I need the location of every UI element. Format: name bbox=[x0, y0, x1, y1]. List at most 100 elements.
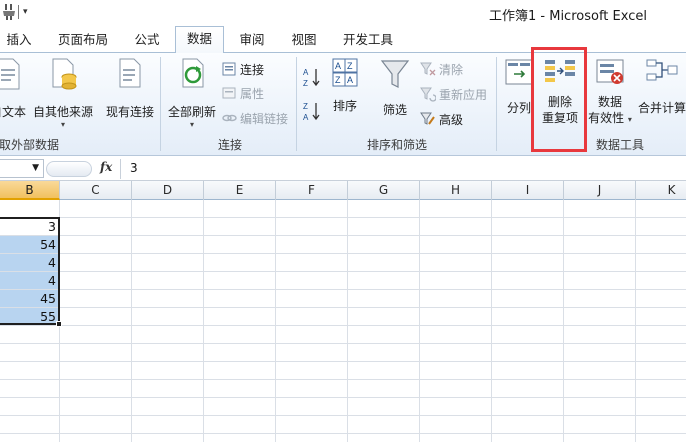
quick-access-dropdown[interactable]: ▾ bbox=[23, 7, 28, 17]
column-header-d[interactable]: D bbox=[132, 181, 204, 200]
group-separator bbox=[160, 57, 161, 151]
tab-view[interactable]: 视图 bbox=[286, 30, 322, 52]
existing-connections-label: 现有连接 bbox=[105, 105, 154, 119]
properties-button[interactable]: 属性 bbox=[221, 83, 264, 103]
filter-button[interactable]: 筛选 bbox=[374, 57, 416, 118]
tab-formulas[interactable]: 公式 bbox=[128, 30, 166, 52]
svg-text:Z: Z bbox=[303, 102, 308, 111]
sort-ascending-button[interactable]: A Z bbox=[302, 65, 322, 89]
sort-z-to-a-icon: Z A bbox=[303, 102, 320, 122]
grid-row-line bbox=[0, 361, 686, 362]
grid-row-line bbox=[0, 253, 686, 254]
column-header-e[interactable]: E bbox=[204, 181, 276, 200]
grid-column-line bbox=[419, 200, 420, 442]
svg-text:Z: Z bbox=[303, 79, 308, 88]
existing-connections-button[interactable]: 现有连接 bbox=[104, 57, 156, 120]
grid-row-line bbox=[0, 217, 686, 218]
from-other-sources-label: 自其他来源 bbox=[32, 105, 93, 119]
tab-page-layout[interactable]: 页面布局 bbox=[52, 30, 114, 52]
formula-input[interactable]: 3 bbox=[130, 161, 138, 175]
svg-text:A: A bbox=[347, 75, 353, 85]
reapply-label: 重新应用 bbox=[439, 87, 488, 102]
column-header-f[interactable]: F bbox=[276, 181, 348, 200]
grid-row-line bbox=[0, 271, 686, 272]
remove-duplicates-highlight bbox=[531, 47, 587, 152]
grid-column-line bbox=[203, 200, 204, 442]
group-label-external-data: 取外部数据 bbox=[0, 138, 59, 152]
customize-quick-access-icon[interactable] bbox=[2, 4, 16, 20]
grid-column-line bbox=[347, 200, 348, 442]
data-validation-label-text: 有效性 bbox=[588, 111, 625, 125]
grid-row-line bbox=[0, 397, 686, 398]
from-other-sources-dropdown[interactable]: ▾ bbox=[32, 120, 94, 129]
from-other-sources-button[interactable]: 自其他来源 ▾ bbox=[32, 57, 94, 129]
consolidate-button[interactable]: 合并计算 bbox=[635, 57, 686, 116]
refresh-all-label: 全部刷新 bbox=[167, 105, 216, 119]
column-header-j[interactable]: J bbox=[564, 181, 636, 200]
grid-row-line bbox=[0, 343, 686, 344]
advanced-filter-label: 高级 bbox=[439, 112, 464, 127]
formula-bar-resize-grip[interactable] bbox=[46, 161, 92, 177]
insert-function-icon[interactable]: fx bbox=[100, 160, 112, 174]
grid-column-line bbox=[491, 200, 492, 442]
consolidate-icon bbox=[646, 59, 678, 81]
sort-a-to-z-icon: A Z bbox=[303, 68, 320, 88]
group-label-sort-filter: 排序和筛选 bbox=[366, 138, 427, 152]
grid-row-line bbox=[0, 433, 686, 434]
worksheet-grid[interactable]: 3 54 4 4 45 55 bbox=[0, 200, 686, 442]
grid-row-line bbox=[0, 325, 686, 326]
connections-button[interactable]: 连接 bbox=[221, 59, 264, 79]
clear-filter-button[interactable]: 清除 bbox=[420, 59, 463, 79]
database-icon bbox=[52, 58, 77, 90]
refresh-all-button[interactable]: 全部刷新 ▾ bbox=[166, 57, 218, 129]
column-header-h[interactable]: H bbox=[420, 181, 492, 200]
svg-text:Z: Z bbox=[347, 61, 353, 71]
group-label-data-tools: 数据工具 bbox=[595, 138, 644, 152]
consolidate-label: 合并计算 bbox=[637, 101, 686, 115]
grid-row-line bbox=[0, 307, 686, 308]
formula-bar-separator bbox=[120, 159, 121, 179]
refresh-icon bbox=[182, 58, 204, 88]
sort-icon: A Z Z A bbox=[332, 58, 358, 87]
reapply-icon bbox=[420, 87, 436, 102]
from-text-button[interactable]: 自文本 bbox=[0, 57, 30, 120]
clear-filter-label: 清除 bbox=[439, 62, 464, 77]
column-header-c[interactable]: C bbox=[60, 181, 132, 200]
data-validation-icon bbox=[596, 59, 624, 84]
group-separator bbox=[296, 57, 297, 151]
link-icon bbox=[222, 114, 237, 122]
grid-column-line bbox=[563, 200, 564, 442]
sort-descending-button[interactable]: Z A bbox=[302, 99, 322, 123]
tab-developer[interactable]: 开发工具 bbox=[336, 30, 400, 52]
quick-access-separator bbox=[18, 5, 19, 19]
title-bar: ▾ 工作簿1 - Microsoft Excel bbox=[0, 0, 686, 26]
properties-label: 属性 bbox=[240, 86, 265, 101]
data-validation-label-line1: 数据 bbox=[597, 95, 622, 109]
fill-handle[interactable] bbox=[56, 321, 62, 327]
grid-column-line bbox=[635, 200, 636, 442]
from-text-label: 自文本 bbox=[0, 105, 26, 119]
grid-row-line bbox=[0, 379, 686, 380]
name-box[interactable]: ▼ bbox=[0, 159, 44, 178]
sort-button[interactable]: A Z Z A 排序 bbox=[328, 57, 362, 114]
column-header-b[interactable]: B bbox=[0, 181, 60, 200]
column-header-g[interactable]: G bbox=[348, 181, 420, 200]
column-header-i[interactable]: I bbox=[492, 181, 564, 200]
data-validation-button[interactable]: 数据 有效性 ▾ bbox=[588, 57, 632, 128]
tab-insert[interactable]: 插入 bbox=[2, 30, 36, 52]
column-header-k[interactable]: K bbox=[636, 181, 686, 200]
reapply-button[interactable]: 重新应用 bbox=[420, 84, 487, 104]
edit-links-button[interactable]: 编辑链接 bbox=[221, 108, 288, 128]
grid-column-line bbox=[275, 200, 276, 442]
tab-review[interactable]: 审阅 bbox=[234, 30, 270, 52]
grid-column-line bbox=[131, 200, 132, 442]
advanced-filter-button[interactable]: 高级 bbox=[420, 109, 463, 129]
grid-row-line bbox=[0, 415, 686, 416]
name-box-dropdown-icon[interactable]: ▼ bbox=[32, 163, 39, 173]
data-validation-dropdown[interactable]: ▾ bbox=[628, 115, 632, 124]
refresh-all-dropdown[interactable]: ▾ bbox=[166, 120, 218, 129]
selection-border bbox=[0, 217, 60, 325]
svg-text:Z: Z bbox=[335, 75, 341, 85]
tab-data[interactable]: 数据 bbox=[175, 26, 224, 53]
group-separator bbox=[496, 57, 497, 151]
